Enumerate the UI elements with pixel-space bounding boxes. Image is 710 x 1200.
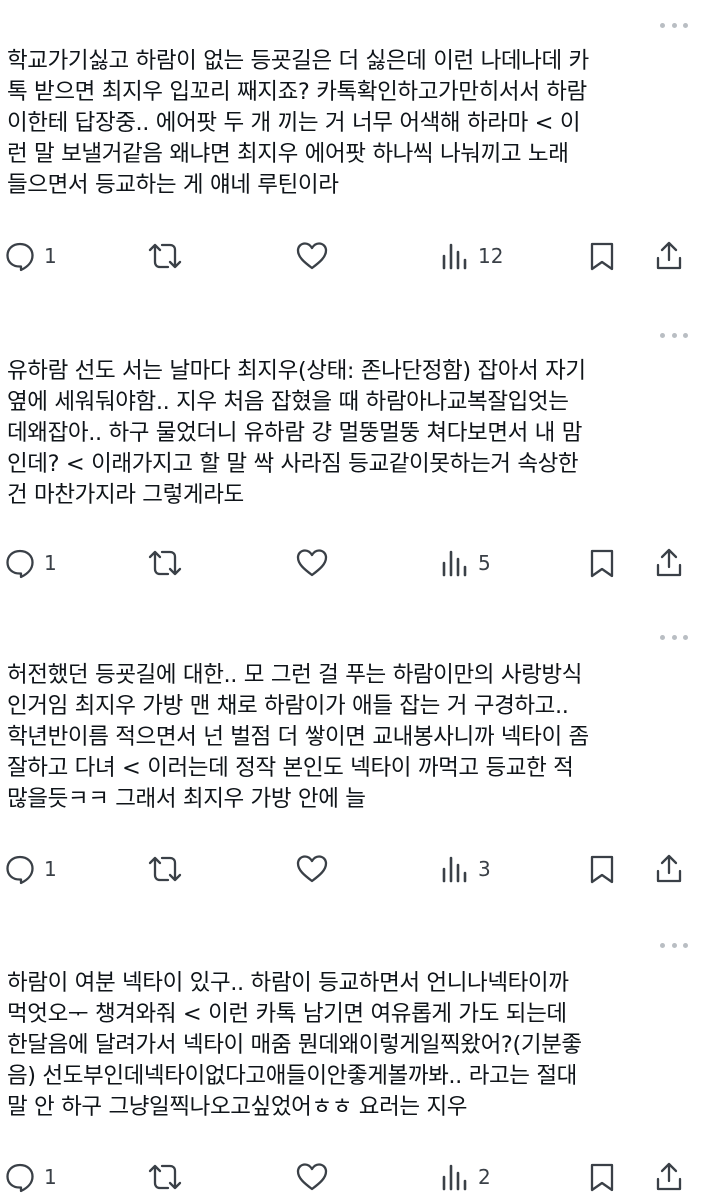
view-count: 12 bbox=[478, 244, 504, 268]
share-button[interactable] bbox=[654, 543, 684, 583]
more-dots-icon[interactable] bbox=[660, 19, 688, 31]
reply-button[interactable]: 1 bbox=[4, 543, 57, 583]
reply-count: 1 bbox=[44, 244, 57, 268]
bar-chart-icon bbox=[442, 243, 467, 270]
heart-icon bbox=[296, 242, 328, 270]
heart-icon bbox=[296, 1163, 328, 1191]
post-text: 학교가기싫고 하람이 없는 등굣길은 더 싫은데 이런 나데나데 카 톡 받으면… bbox=[7, 48, 589, 198]
reply-count: 1 bbox=[44, 1165, 57, 1189]
views-button[interactable]: 2 bbox=[440, 1157, 491, 1197]
reply-button[interactable]: 1 bbox=[4, 1157, 57, 1197]
bookmark-icon bbox=[590, 855, 614, 884]
post-actions: 1 2 bbox=[0, 1157, 710, 1197]
bookmark-button[interactable] bbox=[587, 849, 617, 889]
share-upload-icon bbox=[656, 241, 682, 270]
share-button[interactable] bbox=[654, 236, 684, 276]
view-count: 3 bbox=[478, 857, 491, 881]
repost-arrows-icon bbox=[148, 243, 182, 269]
post-text: 유하람 선도 서는 날마다 최지우(상태: 존나단정함) 잡아서 자기 옆에 세… bbox=[7, 358, 586, 508]
retweet-button[interactable] bbox=[146, 543, 192, 583]
repost-arrows-icon bbox=[148, 856, 182, 882]
reply-count: 1 bbox=[44, 551, 57, 575]
bar-chart-icon bbox=[442, 550, 467, 577]
thread-feed: 학교가기싫고 하람이 없는 등굣길은 더 싫은데 이런 나데나데 카 톡 받으면… bbox=[0, 0, 710, 1200]
repost-arrows-icon bbox=[148, 1164, 182, 1190]
views-button[interactable]: 3 bbox=[440, 849, 491, 889]
post-text: 허전했던 등굣길에 대한.. 모 그런 걸 푸는 하람이만의 사랑방식 인거임 … bbox=[7, 662, 589, 812]
like-button[interactable] bbox=[294, 1157, 338, 1197]
share-button[interactable] bbox=[654, 849, 684, 889]
bookmark-button[interactable] bbox=[587, 236, 617, 276]
speech-bubble-icon bbox=[6, 855, 34, 885]
more-dots-icon[interactable] bbox=[660, 329, 688, 341]
views-button[interactable]: 5 bbox=[440, 543, 491, 583]
post-text: 하람이 여분 넥타이 있구.. 하람이 등교하면서 언니나넥타이까 먹엇오ᅮ 챙… bbox=[7, 970, 582, 1120]
repost-arrows-icon bbox=[148, 550, 182, 576]
post-actions: 1 12 bbox=[0, 236, 710, 276]
share-upload-icon bbox=[656, 548, 682, 577]
reply-count: 1 bbox=[44, 857, 57, 881]
like-button[interactable] bbox=[294, 236, 338, 276]
more-dots-icon[interactable] bbox=[660, 939, 688, 951]
reply-button[interactable]: 1 bbox=[4, 236, 57, 276]
bookmark-icon bbox=[590, 242, 614, 271]
bar-chart-icon bbox=[442, 856, 467, 883]
retweet-button[interactable] bbox=[146, 236, 192, 276]
speech-bubble-icon bbox=[6, 242, 34, 272]
views-button[interactable]: 12 bbox=[440, 236, 503, 276]
reply-button[interactable]: 1 bbox=[4, 849, 57, 889]
speech-bubble-icon bbox=[6, 549, 34, 579]
heart-icon bbox=[296, 855, 328, 883]
like-button[interactable] bbox=[294, 849, 338, 889]
view-count: 2 bbox=[478, 1165, 491, 1189]
bar-chart-icon bbox=[442, 1164, 467, 1191]
view-count: 5 bbox=[478, 551, 491, 575]
bookmark-icon bbox=[590, 549, 614, 578]
share-upload-icon bbox=[656, 1162, 682, 1191]
more-dots-icon[interactable] bbox=[660, 631, 688, 643]
bookmark-button[interactable] bbox=[587, 543, 617, 583]
share-button[interactable] bbox=[654, 1157, 684, 1197]
post-actions: 1 3 bbox=[0, 849, 710, 889]
like-button[interactable] bbox=[294, 543, 338, 583]
bookmark-button[interactable] bbox=[587, 1157, 617, 1197]
speech-bubble-icon bbox=[6, 1163, 34, 1193]
heart-icon bbox=[296, 549, 328, 577]
retweet-button[interactable] bbox=[146, 849, 192, 889]
retweet-button[interactable] bbox=[146, 1157, 192, 1197]
post-actions: 1 5 bbox=[0, 543, 710, 583]
bookmark-icon bbox=[590, 1163, 614, 1192]
share-upload-icon bbox=[656, 854, 682, 883]
